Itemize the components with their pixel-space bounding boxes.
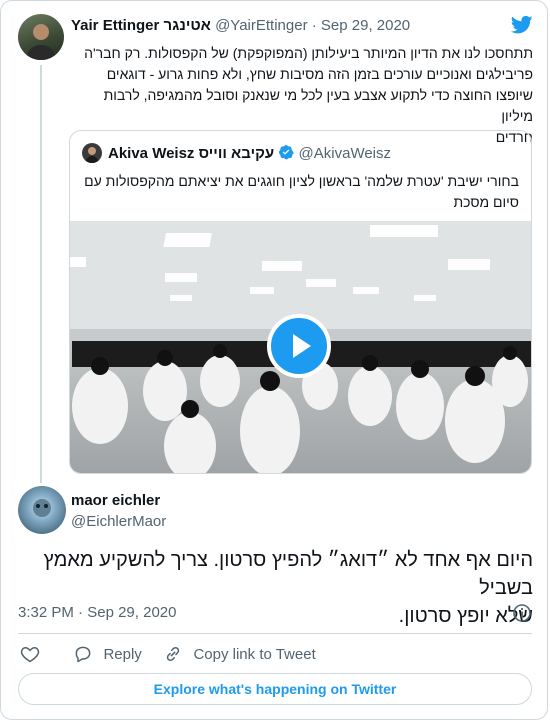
info-icon[interactable] — [512, 603, 532, 623]
reply-button[interactable]: Reply — [73, 644, 142, 664]
quoted-text-line: בחורי ישיבת 'עטרת שלמה' בראשון לציון חוג… — [84, 173, 519, 189]
tweet-text-line: היום אף אחד לא ״דואג״ להפיץ סרטון. צריך … — [43, 549, 533, 599]
like-icon[interactable] — [20, 644, 40, 664]
tweet-embed-card: Yair Ettinger אטינגר @YairEttinger · Sep… — [0, 0, 548, 720]
quoted-tweet-header: Akiva Weisz עקיבא ווייס @AkivaWeisz — [108, 144, 391, 162]
avatar[interactable] — [18, 14, 64, 60]
copy-link-button[interactable]: Copy link to Tweet — [163, 644, 316, 664]
quoted-author-handle[interactable]: @AkivaWeisz — [299, 145, 391, 162]
quoted-tweet-text: בחורי ישיבת 'עטרת שלמה' בראשון לציון חוג… — [82, 171, 519, 213]
play-icon — [293, 334, 311, 358]
tweet-date[interactable]: Sep 29, 2020 — [321, 17, 410, 34]
twitter-bird-icon[interactable] — [510, 15, 533, 35]
tweet-time[interactable]: 3:32 PM — [18, 604, 74, 621]
divider — [18, 633, 532, 634]
quoted-text-line: סיום מסכת — [453, 194, 519, 210]
explore-twitter-button[interactable]: Explore what's happening on Twitter — [18, 673, 532, 705]
tweet-text-line: שיופצו החוצה כדי לתקוע אצבע בעין לכל מי … — [103, 87, 533, 124]
tweet-date[interactable]: Sep 29, 2020 — [87, 604, 176, 621]
link-icon — [163, 644, 183, 664]
author-name[interactable]: maor eichler — [71, 492, 160, 509]
quoted-author-name[interactable]: Akiva Weisz עקיבא ווייס — [108, 145, 274, 162]
reply-icon — [73, 644, 93, 664]
avatar[interactable] — [82, 143, 102, 163]
separator-dot: · — [311, 17, 317, 34]
video-thumbnail[interactable] — [70, 221, 531, 473]
tweet-text-line: תתחסכו לנו את הדיון המיותר ביעילותן (המפ… — [84, 45, 533, 61]
reply-label: Reply — [103, 645, 142, 663]
author-handle[interactable]: @YairEttinger — [215, 17, 307, 34]
separator-dot: · — [78, 604, 84, 621]
verified-badge-icon — [278, 144, 295, 160]
copy-link-label: Copy link to Tweet — [193, 645, 316, 663]
quoted-tweet[interactable]: Akiva Weisz עקיבא ווייס @AkivaWeisz בחור… — [69, 130, 532, 474]
thread-connector-line — [40, 65, 42, 483]
author-handle[interactable]: @EichlerMaor — [71, 513, 166, 530]
tweet-timestamp: 3:32 PM · Sep 29, 2020 — [18, 604, 176, 621]
tweet-header: Yair Ettinger אטינגר @YairEttinger · Sep… — [71, 17, 410, 37]
play-button[interactable] — [267, 314, 331, 378]
tweet-text-line: פריבילגים ואנוכיים עורכים בזמן הזה מסיבו… — [106, 66, 533, 82]
author-name[interactable]: Yair Ettinger אטינגר — [71, 17, 211, 34]
avatar[interactable] — [18, 486, 66, 534]
